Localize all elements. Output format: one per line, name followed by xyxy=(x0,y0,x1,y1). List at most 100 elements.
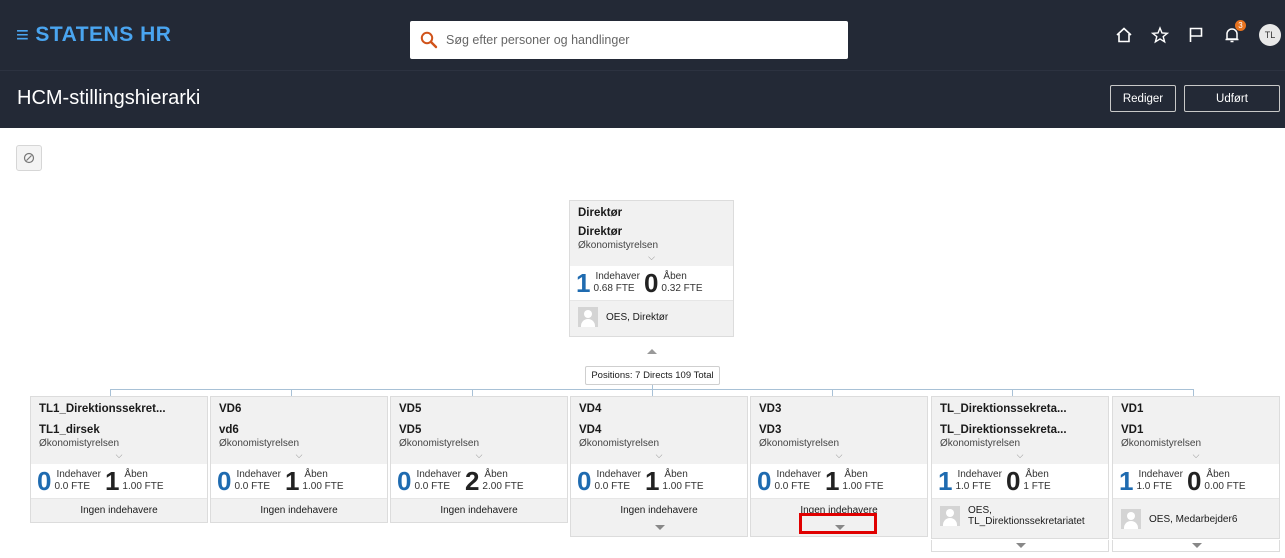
position-card[interactable]: VD4 VD4 Økonomistyrelsen ⌵ 0 Indehaver 0.0… xyxy=(570,396,748,537)
position-name: TL_Direktionssekreta... xyxy=(940,424,1067,436)
menu-icon[interactable]: ≡ xyxy=(16,24,29,46)
holders-section: Ingen indehavere xyxy=(31,498,207,522)
chevron-down-icon[interactable]: ⌵ xyxy=(579,449,739,461)
connector-line xyxy=(110,389,111,396)
holders-section: Ingen indehavere xyxy=(211,498,387,522)
holder-item[interactable]: OES, Direktør xyxy=(574,305,729,329)
position-code: VD5 xyxy=(399,403,422,415)
expand-down-icon[interactable] xyxy=(655,525,665,530)
holder-fte: 0.0 FTE xyxy=(594,481,631,492)
holder-stat: 1 Indehaver 1.0 FTE xyxy=(938,468,1002,494)
brand-name: STATENS HR xyxy=(35,23,172,46)
brand[interactable]: ≡ STATENS HR xyxy=(16,23,171,47)
holder-fte: 0.0 FTE xyxy=(774,481,811,492)
collapse-up-icon[interactable] xyxy=(647,349,657,354)
open-fte: 1.00 FTE xyxy=(302,481,344,492)
chevron-down-icon[interactable]: ⌵ xyxy=(39,449,199,461)
holder-fte: 0.0 FTE xyxy=(234,481,271,492)
position-code: TL1_Direktionssekret... xyxy=(39,403,166,415)
notification-badge: 3 xyxy=(1235,20,1246,31)
search-box[interactable] xyxy=(410,21,848,59)
chevron-down-icon[interactable]: ⌵ xyxy=(940,449,1100,461)
open-count: 0 xyxy=(1005,466,1021,496)
open-fte: 0.32 FTE xyxy=(661,283,703,294)
position-card[interactable]: TL_Direktionssekreta... TL_Direktionssek… xyxy=(931,396,1109,539)
person-avatar-icon xyxy=(1121,509,1141,529)
open-stat: 0 Åben 0.32 FTE xyxy=(644,270,703,296)
position-code: Direktør xyxy=(578,207,623,219)
position-card[interactable]: VD5 VD5 Økonomistyrelsen ⌵ 0 Indehaver 0.0… xyxy=(390,396,568,523)
edit-button[interactable]: Rediger xyxy=(1110,85,1176,112)
organization: Økonomistyrelsen xyxy=(219,438,300,449)
favorites-star-icon[interactable] xyxy=(1149,24,1171,46)
open-fte: 1 FTE xyxy=(1023,481,1051,492)
root-position-card[interactable]: Direktør Direktør Økonomistyrelsen ⌵ 1 I… xyxy=(569,200,734,337)
open-count: 1 xyxy=(104,466,120,496)
holder-label: Indehaver xyxy=(236,469,281,480)
holder-label: Indehaver xyxy=(1138,469,1183,480)
holder-count: 1 xyxy=(576,268,591,298)
home-icon[interactable] xyxy=(1113,24,1135,46)
position-card[interactable]: TL1_Direktionssekret... TL1_dirsek Økono… xyxy=(30,396,208,523)
expand-down-icon[interactable] xyxy=(1192,543,1202,548)
flag-icon[interactable] xyxy=(1185,24,1207,46)
chevron-down-icon[interactable]: ⌵ xyxy=(759,449,919,461)
open-label: Åben xyxy=(664,469,688,480)
holders-section: Ingen indehavere xyxy=(571,498,747,536)
chevron-down-icon[interactable]: ⌵ xyxy=(399,449,559,461)
chevron-down-icon[interactable]: ⌵ xyxy=(219,449,379,461)
notifications-bell-icon[interactable]: 3 xyxy=(1221,20,1246,46)
search-icon xyxy=(420,31,438,49)
position-code: VD1 xyxy=(1121,403,1144,415)
done-button[interactable]: Udført xyxy=(1184,85,1280,112)
connector-line xyxy=(832,389,833,396)
open-stat: 0 Åben 0.00 FTE xyxy=(1187,468,1246,494)
no-holders-text: Ingen indehavere xyxy=(80,505,158,516)
holders-section: OES, Medarbejder6 xyxy=(1113,498,1279,538)
position-card[interactable]: VD1 VD1 Økonomistyrelsen ⌵ 1 Indehaver 1.0… xyxy=(1112,396,1280,539)
chevron-down-icon[interactable]: ⌵ xyxy=(1121,449,1271,461)
holder-count: 0 xyxy=(397,466,412,496)
expand-tab[interactable] xyxy=(1112,540,1280,552)
card-header: VD4 VD4 Økonomistyrelsen ⌵ xyxy=(571,397,747,464)
fte-stats: 0 Indehaver 0.0 FTE 1 Åben 1.00 FTE xyxy=(211,464,387,498)
card-header: VD6 vd6 Økonomistyrelsen ⌵ xyxy=(211,397,387,464)
position-code: VD4 xyxy=(579,403,602,415)
card-header: Direktør Direktør Økonomistyrelsen ⌵ xyxy=(570,201,733,266)
settings-circle-icon xyxy=(23,152,35,164)
card-header: VD1 VD1 Økonomistyrelsen ⌵ xyxy=(1113,397,1279,464)
holder-count: 0 xyxy=(757,466,772,496)
open-fte: 1.00 FTE xyxy=(842,481,884,492)
view-options-button[interactable] xyxy=(16,145,42,171)
holder-item[interactable]: OES, Medarbejder6 xyxy=(1117,507,1275,531)
connector-line xyxy=(291,389,292,396)
global-header: ≡ STATENS HR 3 TL xyxy=(0,0,1285,70)
open-stat: 2 Åben 2.00 FTE xyxy=(465,468,524,494)
holder-stat: 0 Indehaver 0.0 FTE xyxy=(757,468,821,494)
holder-stat: 0 Indehaver 0.0 FTE xyxy=(37,468,101,494)
open-label: Åben xyxy=(484,469,508,480)
position-name: Direktør xyxy=(578,226,623,238)
positions-summary[interactable]: Positions: 7 Directs 109 Total xyxy=(585,366,720,385)
position-name: VD5 xyxy=(399,424,422,436)
fte-stats: 1 Indehaver 0.68 FTE 0 Åben 0.32 FTE xyxy=(570,266,733,300)
holder-fte: 1.0 FTE xyxy=(1136,481,1173,492)
position-card[interactable]: VD6 vd6 Økonomistyrelsen ⌵ 0 Indehaver 0.0… xyxy=(210,396,388,523)
search-input[interactable] xyxy=(446,33,826,47)
no-holders-text: Ingen indehavere xyxy=(620,505,698,516)
position-name: VD1 xyxy=(1121,424,1144,436)
user-avatar[interactable]: TL xyxy=(1259,24,1281,46)
expand-tab[interactable] xyxy=(931,540,1109,552)
expand-down-icon[interactable] xyxy=(1016,543,1026,548)
holder-stat: 1 Indehaver 1.0 FTE xyxy=(1119,468,1183,494)
holder-count: 0 xyxy=(217,466,232,496)
open-label: Åben xyxy=(124,469,148,480)
fte-stats: 1 Indehaver 1.0 FTE 0 Åben 1 FTE xyxy=(932,464,1108,498)
holder-fte: 0.0 FTE xyxy=(414,481,451,492)
page-header: HCM-stillingshierarki Rediger Udført xyxy=(0,70,1285,128)
holder-item[interactable]: OES, TL_Direktionssekretariatet xyxy=(936,503,1104,529)
open-label: Åben xyxy=(1206,469,1230,480)
holder-stat: 0 Indehaver 0.0 FTE xyxy=(217,468,281,494)
chevron-down-icon[interactable]: ⌵ xyxy=(578,251,725,263)
no-holders-text: Ingen indehavere xyxy=(440,505,518,516)
